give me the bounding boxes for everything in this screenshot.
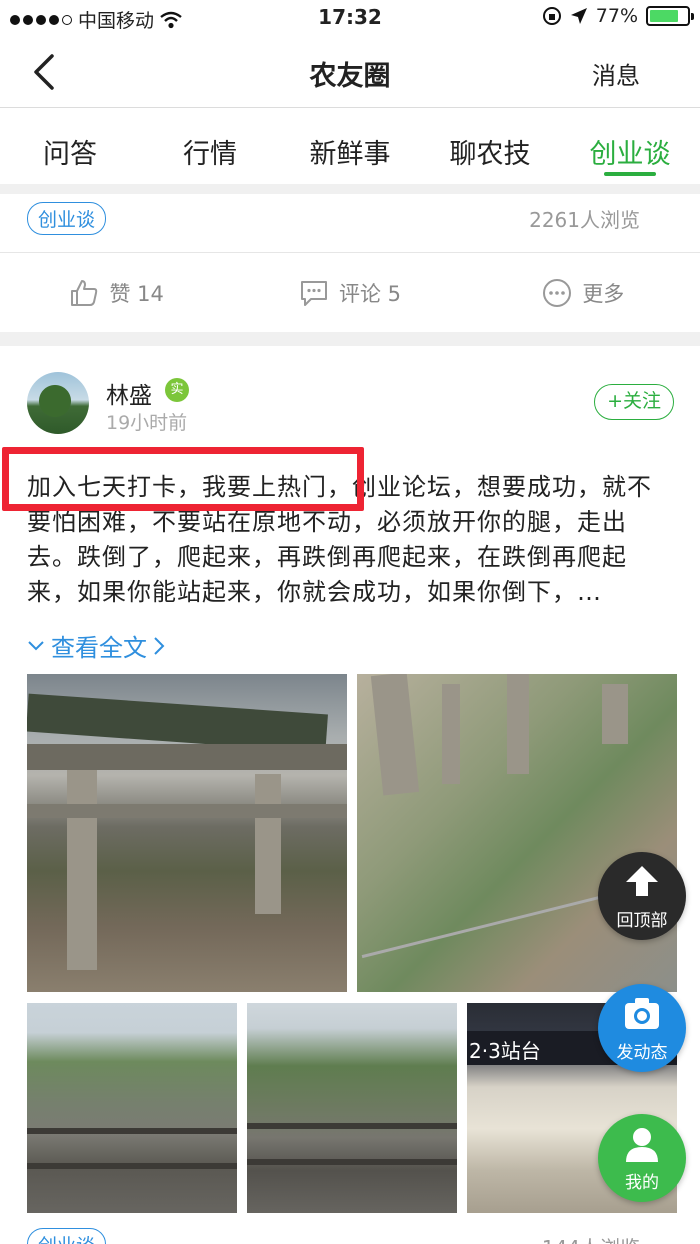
more-button[interactable]: 更多 (467, 278, 700, 308)
comment-button[interactable]: 评论 5 (233, 278, 466, 308)
category-tabs: 问答 行情 新鲜事 聊农技 创业谈 (0, 108, 700, 184)
battery-icon (646, 6, 694, 26)
tab-liaonongji[interactable]: 聊农技 (420, 108, 560, 184)
previous-post-card: 创业谈 2261人浏览 赞 14 评论 5 更多 (0, 194, 700, 332)
read-more-link[interactable]: 查看全文 (27, 628, 165, 663)
nav-bar: 农友圈 消息 (0, 36, 700, 108)
messages-button[interactable]: 消息 (592, 56, 640, 91)
tab-chuangyetan[interactable]: 创业谈 (560, 108, 700, 184)
avatar[interactable] (27, 372, 89, 434)
user-icon (626, 1128, 658, 1162)
my-profile-button[interactable]: 我的 (598, 1114, 686, 1202)
view-count-next: 144人浏览 (542, 1232, 640, 1244)
read-more-label: 查看全文 (51, 634, 147, 662)
comment-icon (300, 280, 327, 306)
arrow-up-icon (626, 866, 658, 896)
post-photo-bridge-piers[interactable] (357, 674, 677, 992)
post-status-label: 发动态 (616, 1043, 668, 1063)
topic-tag[interactable]: 创业谈 (27, 202, 107, 235)
view-count: 2261人浏览 (529, 208, 640, 232)
platform-sign: 2·3站台 (469, 1039, 541, 1063)
comment-label: 评论 5 (338, 281, 402, 306)
location-arrow-icon (570, 8, 587, 24)
topic-tag-next[interactable]: 创业谈 (27, 1228, 107, 1244)
tab-wenda[interactable]: 问答 (0, 108, 140, 184)
author-name[interactable]: 林盛 (106, 376, 152, 410)
post-card: 林盛 实 19小时前 +关注 加入七天打卡，我要上热门，创业论坛，想要成功，就不… (0, 346, 700, 1244)
back-to-top-button[interactable]: 回顶部 (598, 852, 686, 940)
like-button[interactable]: 赞 14 (0, 278, 233, 308)
thumbs-up-icon (71, 279, 98, 306)
highlight-box (2, 447, 364, 511)
my-profile-label: 我的 (625, 1173, 659, 1193)
tab-hangqing[interactable]: 行情 (140, 108, 280, 184)
more-icon (543, 278, 572, 307)
follow-button[interactable]: +关注 (594, 384, 674, 420)
post-photo-track-view-1[interactable] (27, 1003, 237, 1213)
status-bar: 中国移动 17:32 77% (0, 0, 700, 36)
battery-fill (650, 10, 678, 22)
post-status-button[interactable]: 发动态 (598, 984, 686, 1072)
post-actions: 赞 14 评论 5 更多 (0, 252, 700, 332)
like-label: 赞 14 (109, 281, 164, 306)
status-right: 77% (542, 5, 694, 27)
orientation-lock-icon (542, 7, 561, 25)
more-label: 更多 (582, 281, 625, 306)
tab-xinxianshi[interactable]: 新鲜事 (280, 108, 420, 184)
battery-percent: 77% (595, 5, 638, 27)
back-to-top-label: 回顶部 (616, 911, 668, 931)
chevron-right-icon (154, 636, 165, 655)
post-photo-railway-bridge[interactable] (27, 674, 347, 992)
verified-badge: 实 (165, 378, 189, 402)
chevron-down-icon (28, 640, 44, 650)
camera-icon (625, 998, 659, 1029)
post-time: 19小时前 (106, 412, 188, 434)
post-photo-track-view-2[interactable] (247, 1003, 457, 1213)
